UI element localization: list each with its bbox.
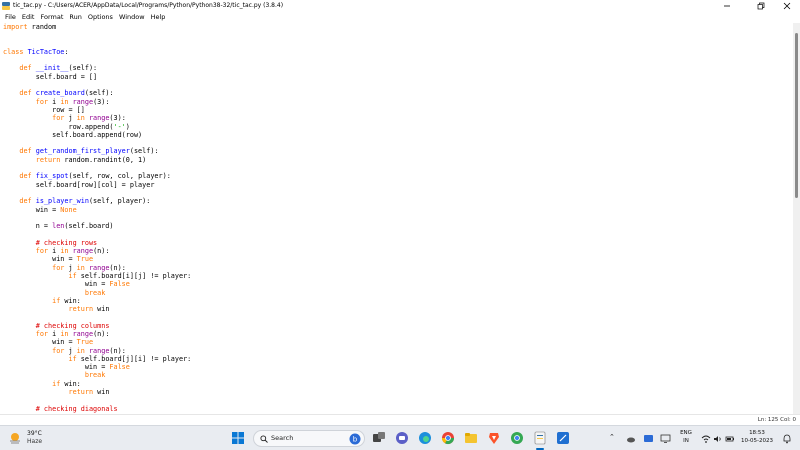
battery-icon[interactable] [725, 434, 735, 444]
menu-edit[interactable]: Edit [19, 12, 38, 23]
notification-bell-icon[interactable] [782, 434, 792, 444]
title-bar: tic_tac.py - C:/Users/ACER/AppData/Local… [0, 0, 800, 12]
windows-start-icon[interactable] [231, 431, 245, 445]
chrome-profile-icon[interactable] [510, 431, 524, 445]
tray-overflow-icon[interactable]: ⌃ [609, 433, 615, 441]
close-button[interactable] [772, 0, 800, 12]
cloud-icon[interactable] [626, 434, 636, 444]
svg-text:b: b [353, 436, 358, 444]
python-idle-icon [2, 2, 10, 10]
wifi-icon[interactable] [701, 434, 711, 444]
search-icon [260, 435, 268, 443]
language-code[interactable]: ENG [677, 430, 695, 436]
window-title: tic_tac.py - C:/Users/ACER/AppData/Local… [13, 2, 284, 9]
weather-description[interactable]: Haze [27, 438, 42, 445]
clock-date[interactable]: 10-05-2023 [740, 438, 774, 444]
app-tray-icon[interactable] [643, 433, 654, 444]
code-text[interactable]: import random class TicTacToe: def __ini… [3, 23, 191, 413]
vertical-scrollbar[interactable] [793, 23, 800, 414]
cursor-position: Ln: 125 Col: 0 [757, 417, 796, 423]
scrollbar-thumb[interactable] [795, 33, 798, 198]
chrome-icon[interactable] [441, 431, 455, 445]
volume-icon[interactable] [713, 434, 723, 444]
search-label: Search [271, 434, 294, 442]
clock-time[interactable]: 18:53 [740, 430, 774, 436]
weather-temperature[interactable]: 39°C [27, 430, 42, 437]
minimize-button[interactable] [712, 0, 742, 12]
language-region[interactable]: IN [677, 438, 695, 444]
status-bar: Ln: 125 Col: 0 [0, 414, 800, 425]
menu-window[interactable]: Window [116, 12, 148, 23]
menu-options[interactable]: Options [85, 12, 116, 23]
idle-editor-icon[interactable] [533, 431, 547, 445]
menu-help[interactable]: Help [148, 12, 169, 23]
brave-icon[interactable] [487, 431, 501, 445]
menu-format[interactable]: Format [37, 12, 66, 23]
task-view-icon[interactable] [372, 431, 386, 445]
teams-chat-icon[interactable] [395, 431, 409, 445]
taskbar-search[interactable]: Search b [253, 430, 365, 447]
file-explorer-icon[interactable] [464, 431, 478, 445]
menu-bar: File Edit Format Run Options Window Help [0, 12, 800, 23]
restore-icon [757, 2, 765, 10]
python-app-icon[interactable] [556, 431, 570, 445]
code-editor[interactable]: import random class TicTacToe: def __ini… [0, 23, 793, 414]
menu-run[interactable]: Run [66, 12, 84, 23]
menu-file[interactable]: File [2, 12, 19, 23]
edge-icon[interactable] [418, 431, 432, 445]
haze-weather-icon[interactable] [8, 431, 22, 445]
taskbar: 39°C Haze Search b ⌃ ENG IN 18:53 10-05-… [0, 425, 800, 450]
minimize-icon [724, 5, 730, 7]
close-icon [783, 2, 791, 10]
display-icon[interactable] [660, 433, 671, 444]
bing-icon: b [349, 433, 361, 445]
